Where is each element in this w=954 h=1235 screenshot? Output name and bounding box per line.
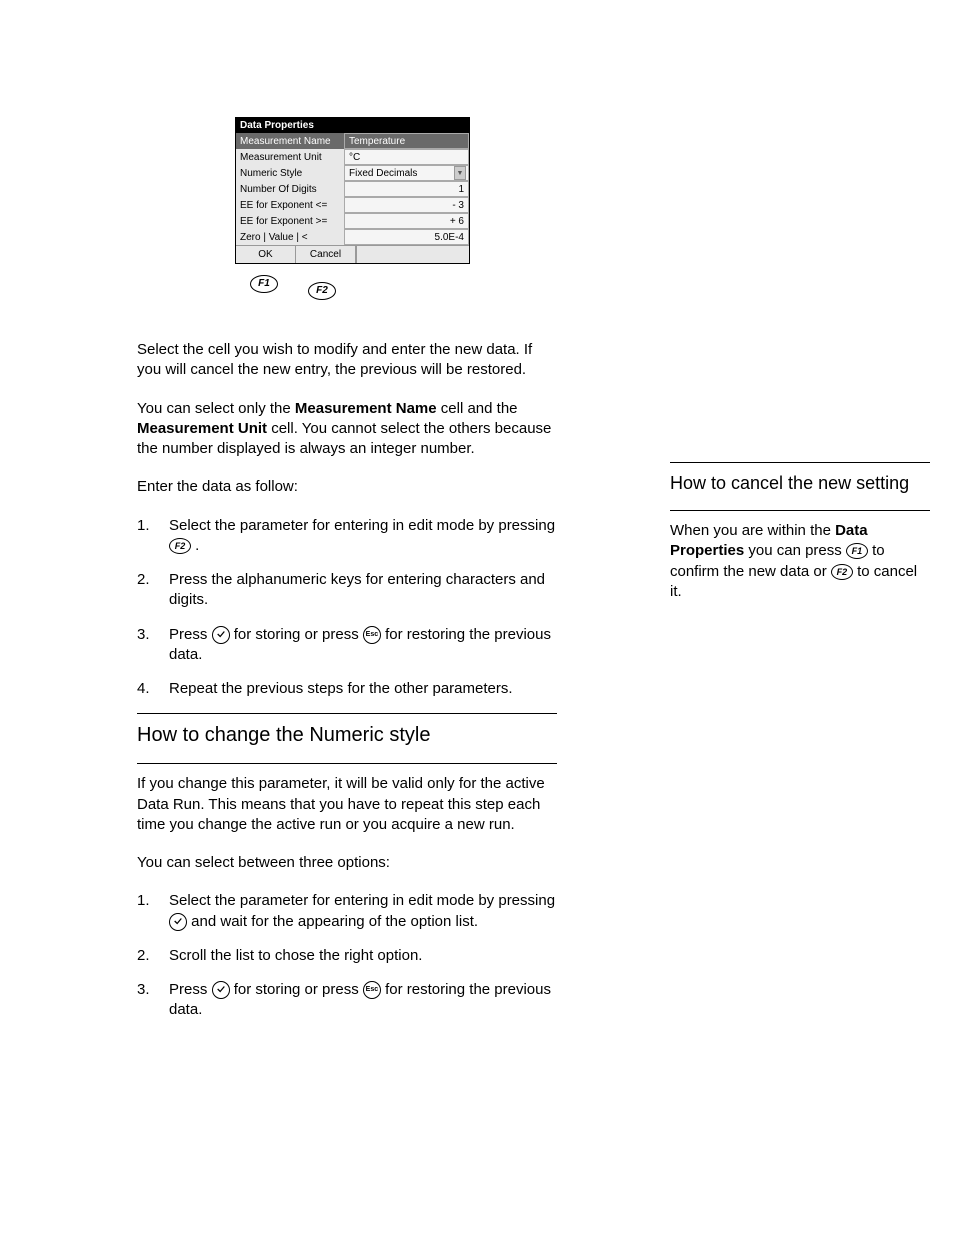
- value-measurement-unit[interactable]: °C: [344, 149, 469, 165]
- value-ee-exponent-le: - 3: [344, 197, 469, 213]
- cancel-button[interactable]: Cancel: [296, 245, 356, 263]
- row-ee-exponent-le: EE for Exponent <= - 3: [236, 197, 469, 213]
- value-numeric-style[interactable]: Fixed Decimals ▼: [344, 165, 469, 181]
- step-4: 4. Repeat the previous steps for the oth…: [137, 679, 557, 699]
- rule-1: [137, 713, 557, 714]
- row-measurement-unit[interactable]: Measurement Unit °C: [236, 149, 469, 165]
- right-column: How to cancel the new setting When you a…: [670, 458, 930, 620]
- rule-r2: [670, 510, 930, 511]
- esc-key-icon: Esc: [363, 626, 381, 644]
- step-3: 3. Press for storing or press Esc for re…: [137, 625, 557, 666]
- row-ee-exponent-ge: EE for Exponent >= + 6: [236, 213, 469, 229]
- f2-key-icon: F2: [831, 564, 853, 580]
- heading-numeric-style: How to change the Numeric style: [137, 724, 557, 747]
- data-properties-dialog: Data Properties Measurement Name Tempera…: [235, 117, 470, 264]
- step-6: 2. Scroll the list to chose the right op…: [137, 946, 557, 966]
- value-number-of-digits: 1: [344, 181, 469, 197]
- f2-key-icon: F2: [169, 538, 191, 554]
- label-zero-value: Zero | Value | <: [236, 229, 344, 245]
- step-5: 1. Select the parameter for entering in …: [137, 891, 557, 932]
- left-p2: You can select only the Measurement Name…: [137, 399, 557, 460]
- dialog-button-row: OK Cancel: [236, 245, 469, 263]
- left-p3: If you change this parameter, it will be…: [137, 774, 557, 835]
- label-ee-exponent-ge: EE for Exponent >=: [236, 213, 344, 229]
- dialog-title: Data Properties: [236, 118, 469, 133]
- left-p1: Select the cell you wish to modify and e…: [137, 340, 557, 381]
- numeric-style-text: Fixed Decimals: [349, 168, 417, 179]
- row-measurement-name[interactable]: Measurement Name Temperature: [236, 133, 469, 149]
- enter-data-heading: Enter the data as follow:: [137, 477, 557, 497]
- rule-r1: [670, 462, 930, 463]
- button-spacer: [356, 245, 469, 263]
- step-7: 3. Press for storing or press Esc for re…: [137, 980, 557, 1021]
- step-1: 1. Select the parameter for entering in …: [137, 516, 557, 557]
- esc-key-icon: Esc: [363, 981, 381, 999]
- value-measurement-name[interactable]: Temperature: [344, 133, 469, 149]
- check-icon: [212, 626, 230, 644]
- row-number-of-digits: Number Of Digits 1: [236, 181, 469, 197]
- f1-key-icon: F1: [846, 543, 868, 559]
- row-zero-value: Zero | Value | < 5.0E-4: [236, 229, 469, 245]
- left-column: Select the cell you wish to modify and e…: [137, 340, 557, 1035]
- value-ee-exponent-ge: + 6: [344, 213, 469, 229]
- label-measurement-unit: Measurement Unit: [236, 149, 344, 165]
- label-measurement-name: Measurement Name: [236, 133, 344, 149]
- label-numeric-style: Numeric Style: [236, 165, 344, 181]
- label-ee-exponent-le: EE for Exponent <=: [236, 197, 344, 213]
- f2-key-icon: F2: [308, 282, 336, 300]
- right-p1: When you are within the Data Properties …: [670, 521, 930, 602]
- step-2: 2. Press the alphanumeric keys for enter…: [137, 570, 557, 611]
- left-p4: You can select between three options:: [137, 853, 557, 873]
- check-icon: [212, 981, 230, 999]
- ok-button[interactable]: OK: [236, 245, 296, 263]
- heading-cancel-setting: How to cancel the new setting: [670, 473, 930, 494]
- f1-key-icon: F1: [250, 275, 278, 293]
- check-icon: [169, 913, 187, 931]
- chevron-down-icon[interactable]: ▼: [454, 166, 466, 180]
- label-number-of-digits: Number Of Digits: [236, 181, 344, 197]
- row-numeric-style[interactable]: Numeric Style Fixed Decimals ▼: [236, 165, 469, 181]
- value-zero-value: 5.0E-4: [344, 229, 469, 245]
- rule-2: [137, 763, 557, 764]
